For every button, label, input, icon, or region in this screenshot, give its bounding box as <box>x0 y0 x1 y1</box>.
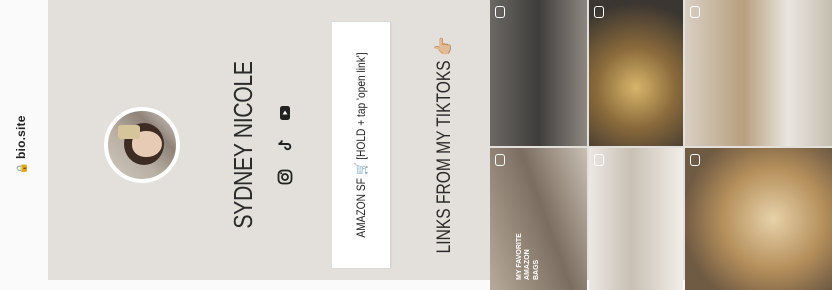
lock-icon: 🔒 <box>17 161 28 175</box>
social-links <box>276 0 294 290</box>
bio-page: 🔒 bio.site SYDNEY NICOLE AMAZON SF 🛒 [HOL… <box>0 0 832 290</box>
amazon-link-button[interactable]: AMAZON SF 🛒 [HOLD + tap 'open link'] <box>332 22 390 268</box>
camera-icon <box>690 154 700 166</box>
camera-icon <box>690 6 700 18</box>
tiktok-tile[interactable] <box>490 0 587 146</box>
bio-site-logo[interactable]: 🔒 bio.site <box>14 0 28 290</box>
tiktok-tile[interactable] <box>589 0 683 146</box>
logo-text: bio.site <box>14 115 28 159</box>
tiktok-tile[interactable] <box>589 148 683 290</box>
avatar <box>104 107 180 183</box>
app-window: 🔒 bio.site SYDNEY NICOLE AMAZON SF 🛒 [HOL… <box>0 0 832 290</box>
camera-icon <box>495 6 505 18</box>
tiktok-icon[interactable] <box>276 136 294 154</box>
tiktok-tile[interactable] <box>685 0 832 146</box>
camera-icon <box>594 154 604 166</box>
profile-name: SYDNEY NICOLE <box>228 61 258 229</box>
avatar-phone <box>118 125 140 139</box>
camera-icon <box>594 6 604 18</box>
amazon-link-label: AMAZON SF 🛒 [HOLD + tap 'open link'] <box>354 52 368 238</box>
tiktok-grid: MY FAVORITE AMAZON BAGS <box>490 0 832 290</box>
tiktok-tile[interactable] <box>685 148 832 290</box>
tiktok-tile[interactable]: MY FAVORITE AMAZON BAGS <box>490 148 587 290</box>
youtube-icon[interactable] <box>276 104 294 122</box>
section-title: LINKS FROM MY TIKTOKS 👉🏼 <box>434 36 455 254</box>
top-bar: 🔒 bio.site <box>0 0 48 290</box>
camera-icon <box>495 154 505 166</box>
tile-caption: MY FAVORITE AMAZON BAGS <box>516 233 540 280</box>
instagram-icon[interactable] <box>276 168 294 186</box>
